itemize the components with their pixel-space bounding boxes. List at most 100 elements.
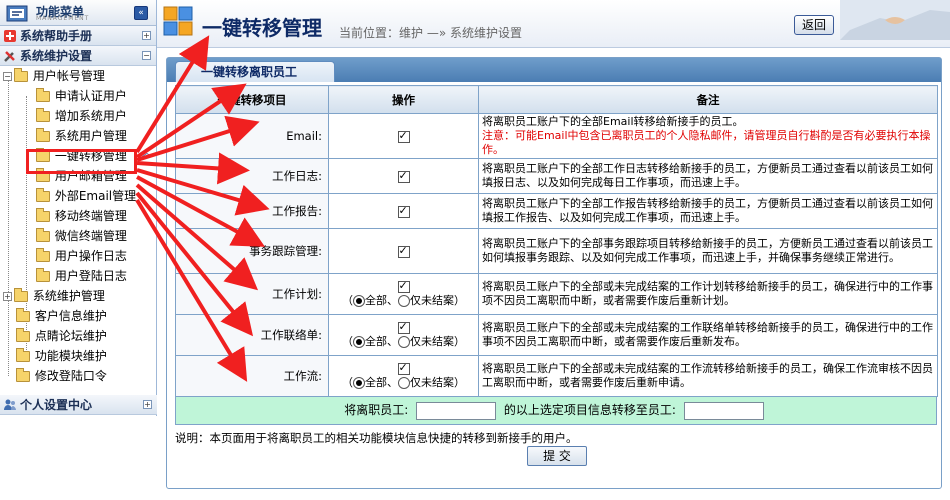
tree-node-modules[interactable]: 功能模块维护 [16, 346, 107, 366]
tree-node-label: 功能模块维护 [34, 349, 107, 363]
row-item-label: Email: [175, 113, 329, 159]
help-manual-icon [4, 30, 16, 42]
contact-radio-all[interactable] [353, 336, 365, 348]
back-button[interactable]: 返回 [794, 15, 834, 35]
folder-icon [36, 208, 50, 222]
workflow-radio-all[interactable] [353, 377, 365, 389]
tree-node-label: 用户帐号管理 [32, 69, 105, 83]
tree-item-label: 外部Email管理 [54, 189, 137, 203]
plan-scope-options: （全部、 仅未结案） [342, 294, 465, 307]
expand-icon: + [142, 31, 151, 40]
tree-item-operation-log[interactable]: 用户操作日志 [36, 246, 127, 266]
tracking-checkbox[interactable] [397, 244, 410, 258]
row-note: 将离职员工账户下的全部工作报告转移给新接手的员工，方便新员工通过查看以前该员工如… [478, 193, 938, 229]
workflow-radio-open[interactable] [398, 377, 410, 389]
row-item-label: 工作日志: [175, 158, 329, 194]
table-row: 工作计划: （全部、仅未结案） 将离职员工账户下的全部或未完成结案的工作计划转移… [175, 273, 938, 315]
transfer-icon [163, 6, 193, 36]
sidebar-group-personal[interactable]: 个人设置中心 + [0, 395, 157, 415]
tree-node-forum[interactable]: 点睛论坛维护 [16, 326, 107, 346]
to-employee-input[interactable] [683, 401, 764, 420]
expand-icon: + [143, 400, 152, 409]
sidebar-group-help[interactable]: 系统帮助手册 + [0, 26, 156, 46]
collapse-sidebar-button[interactable]: « [134, 6, 148, 20]
page-header: 一键转移管理 当前位置：维护 —» 系统维护设置 返回 [157, 0, 950, 48]
column-header: 操作 [328, 85, 479, 114]
collapse-icon: − [142, 51, 151, 60]
tree-item-mobile-terminal[interactable]: 移动终端管理 [36, 206, 127, 226]
table-row: 工作日志: 将离职员工账户下的全部工作日志转移给新接手的员工，方便新员工通过查看… [175, 158, 938, 194]
row-note: 将离职员工账户下的全部或未完成结案的工作计划转移给新接手的员工，确保进行中的工作… [478, 273, 938, 315]
contact-scope-options: （全部、 仅未结案） [342, 335, 465, 348]
sidebar: 功能菜单 MANAGEMENT « 系统帮助手册 + 系统维护设置 − − 用户… [0, 0, 157, 500]
row-note: 将离职员工账户下的全部或未完成结案的工作流转移给新接手的员工，确保工作流审核不因… [478, 355, 938, 397]
sidebar-group-help-label: 系统帮助手册 [20, 29, 93, 43]
tree-item-label: 系统用户管理 [54, 129, 127, 143]
tree-node-change-password[interactable]: 修改登陆口令 [16, 366, 107, 386]
email-checkbox[interactable] [397, 129, 410, 143]
tree-node-label: 系统维护管理 [32, 289, 105, 303]
handshake-icon [840, 0, 950, 40]
tree-item-login-log[interactable]: 用户登陆日志 [36, 266, 127, 286]
table-row: 工作流: （全部、仅未结案） 将离职员工账户下的全部或未完成结案的工作流转移给新… [175, 355, 938, 397]
plan-checkbox[interactable] [397, 279, 410, 293]
tree-item-wechat-terminal[interactable]: 微信终端管理 [36, 226, 127, 246]
sidebar-header: 功能菜单 MANAGEMENT « [0, 0, 156, 26]
transfer-form-row: 将离职员工: 的以上选定项目信息转移至员工: [175, 397, 937, 425]
tree-node-user-account[interactable]: − 用户帐号管理 [3, 66, 105, 86]
contact-radio-open[interactable] [398, 336, 410, 348]
row-note: 将离职员工账户下的全部工作日志转移给新接手的员工，方便新员工通过查看以前该员工如… [478, 158, 938, 194]
sidebar-group-maintenance-label: 系统维护设置 [20, 49, 93, 63]
sidebar-group-maintenance[interactable]: 系统维护设置 − [0, 46, 156, 66]
transfer-table: 一键转移项目 操作 备注 Email: 将离职员工账户下的全部Email转移给新… [175, 85, 938, 397]
table-row: 事务跟踪管理: 将离职员工账户下的全部事务跟踪项目转移给新接手的员工，方便新员工… [175, 228, 938, 274]
tree-node-customer-info[interactable]: 客户信息维护 [16, 306, 107, 326]
sidebar-tree: − 用户帐号管理 申请认证用户 增加系统用户 系统用户管理 一键转移管理 用户邮… [0, 66, 156, 420]
table-row: 工作联络单: （全部、仅未结案） 将离职员工账户下的全部或未完成结案的工作联络单… [175, 314, 938, 356]
plan-radio-open[interactable] [398, 295, 410, 307]
folder-icon [36, 188, 50, 202]
row-item-label: 工作计划: [175, 273, 329, 315]
tree-item-label: 微信终端管理 [54, 229, 127, 243]
collapse-icon: − [3, 72, 12, 81]
tree-item-label: 移动终端管理 [54, 209, 127, 223]
worklog-checkbox[interactable] [397, 169, 410, 183]
row-note: 将离职员工账户下的全部事务跟踪项目转移给新接手的员工，方便新员工通过查看以前该员… [478, 228, 938, 274]
scroll-up-icon[interactable]: ︿ [140, 146, 154, 160]
from-employee-input[interactable] [416, 401, 497, 420]
tree-item-apply-auth[interactable]: 申请认证用户 [36, 86, 127, 106]
page-hint: 说明：本页面用于将离职员工的相关功能模块信息快捷的转移到新接手的用户。 [175, 431, 578, 445]
column-header: 备注 [478, 85, 938, 114]
tree-scrollbar[interactable]: ︿ ﹀ [140, 146, 154, 420]
table-row: Email: 将离职员工账户下的全部Email转移给新接手的员工。 注意：可能E… [175, 113, 938, 159]
tree-item-label: 用户操作日志 [54, 249, 127, 263]
row-item-label: 工作流: [175, 355, 329, 397]
transfer-panel: 一键转移离职员工 一键转移项目 操作 备注 Email: 将离职员工账户下的全部… [166, 57, 942, 489]
folder-icon [36, 108, 50, 122]
breadcrumb: 当前位置：维护 —» 系统维护设置 [339, 26, 522, 40]
plan-radio-all[interactable] [353, 295, 365, 307]
tree-node-label: 点睛论坛维护 [34, 329, 107, 343]
transfer-from-label: 将离职员工: [344, 403, 409, 417]
sidebar-group-personal-label: 个人设置中心 [20, 398, 93, 412]
menu-logo-icon [6, 5, 28, 22]
tree-item-external-email[interactable]: 外部Email管理 [36, 186, 136, 206]
folder-icon [36, 128, 50, 142]
tree-item-add-user[interactable]: 增加系统用户 [36, 106, 127, 126]
tree-item-user-management[interactable]: 系统用户管理 [36, 126, 127, 146]
highlight-box [26, 149, 137, 174]
workflow-checkbox[interactable] [397, 361, 410, 375]
row-note: 将离职员工账户下的全部Email转移给新接手的员工。 [482, 115, 744, 128]
contact-checkbox[interactable] [397, 320, 410, 334]
folder-icon [16, 308, 30, 322]
expand-icon: + [3, 292, 12, 301]
tools-icon [4, 51, 15, 62]
folder-icon [16, 368, 30, 382]
transfer-to-label: 的以上选定项目信息转移至员工: [503, 403, 676, 417]
submit-button[interactable]: 提 交 [527, 446, 587, 466]
tree-node-system-maintenance[interactable]: + 系统维护管理 [3, 286, 105, 306]
tab-transfer-employee[interactable]: 一键转移离职员工 [175, 61, 335, 82]
row-item-label: 工作联络单: [175, 314, 329, 356]
folder-icon [36, 228, 50, 242]
report-checkbox[interactable] [397, 204, 410, 218]
